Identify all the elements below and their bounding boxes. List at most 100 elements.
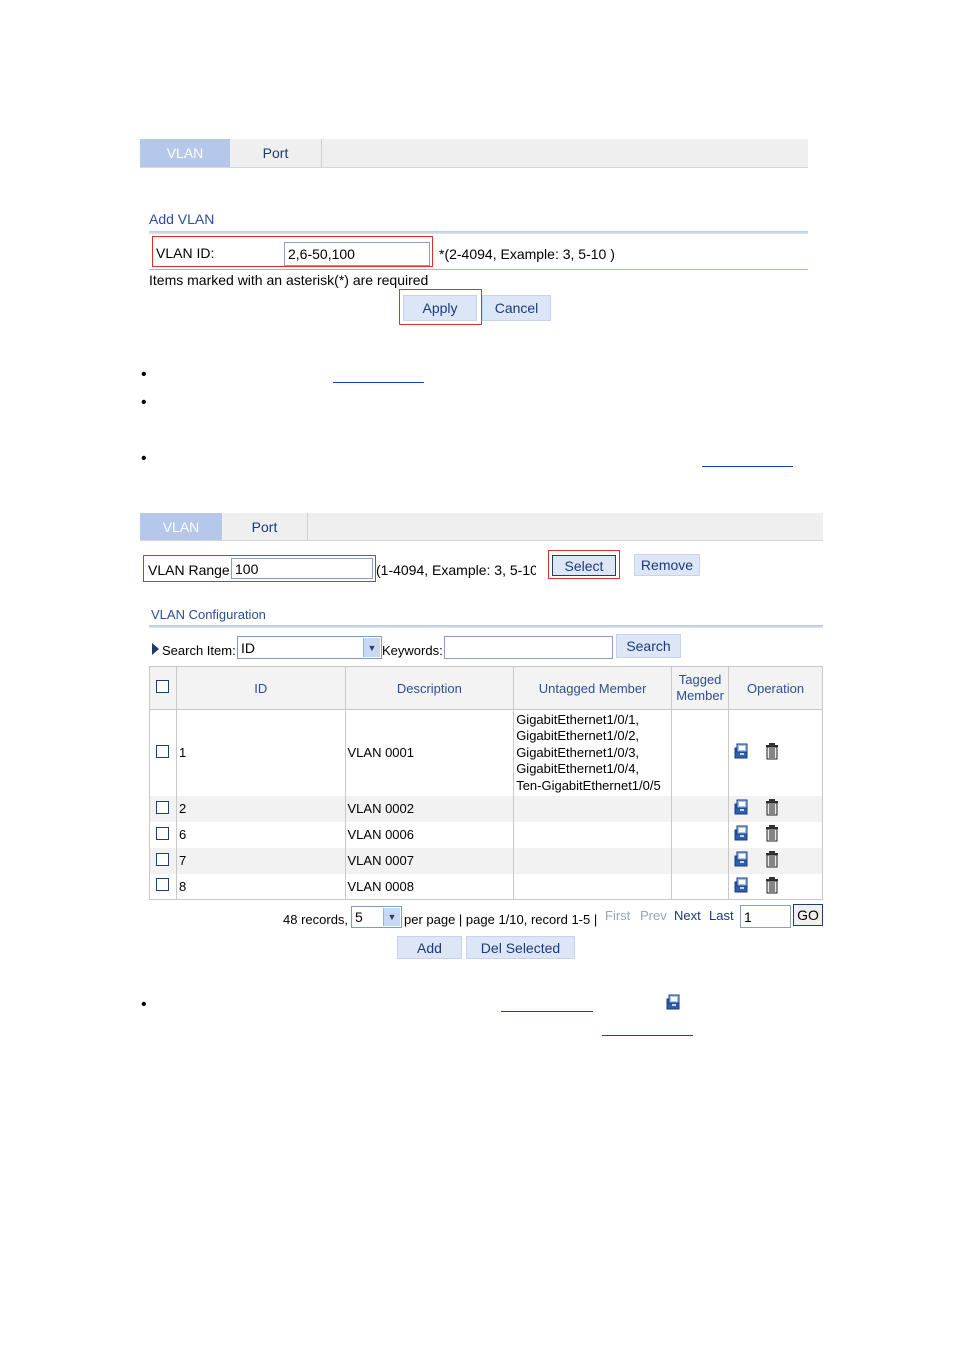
cancel-button[interactable]: Cancel [482, 295, 551, 321]
row-untagged [513, 873, 673, 900]
col-id: ID [175, 666, 346, 710]
col-untagged: Untagged Member [513, 666, 673, 710]
row-operation [728, 709, 823, 796]
row-checkbox[interactable] [156, 744, 170, 758]
bullet-4: • [141, 996, 147, 1013]
untagged-port: GigabitEthernet1/0/4, [516, 761, 640, 776]
modify-icon [665, 993, 683, 1016]
modify-icon[interactable] [733, 824, 751, 845]
last-link[interactable]: Last [709, 908, 734, 923]
select-all-checkbox[interactable] [156, 680, 170, 693]
panel1-tab-port[interactable]: Port [230, 139, 322, 167]
row-checkbox[interactable] [156, 826, 170, 840]
table-row: 6 VLAN 0006 [149, 821, 823, 848]
row-id: 6 [175, 821, 346, 848]
trash-icon[interactable] [765, 824, 779, 845]
trash-icon[interactable] [765, 850, 779, 871]
vlan-range-label: VLAN Range: [148, 562, 234, 578]
row-operation [728, 795, 823, 822]
select-button[interactable]: Select [552, 555, 616, 576]
row-checkbox[interactable] [156, 878, 170, 892]
panel2-tab-vlan[interactable]: VLAN [140, 513, 222, 540]
panel1-tab-bar: VLAN Port [140, 139, 808, 168]
untagged-port: GigabitEthernet1/0/3, [516, 744, 640, 760]
vlan-id-label: VLAN ID: [156, 245, 215, 261]
search-item-select[interactable]: ID ▼ [237, 636, 382, 659]
row-untagged [513, 821, 673, 848]
row-checkbox[interactable] [156, 800, 170, 814]
del-selected-button[interactable]: Del Selected [466, 936, 575, 959]
apply-button[interactable]: Apply [403, 295, 477, 321]
link-underline-1[interactable] [333, 382, 424, 383]
per-page-select[interactable]: 5 ▼ [351, 906, 402, 928]
row-description: VLAN 0001 [344, 709, 515, 796]
modify-icon[interactable] [733, 798, 751, 819]
link-underline-2[interactable] [702, 466, 793, 467]
first-link[interactable]: First [605, 908, 630, 923]
keywords-label: Keywords: [382, 643, 443, 658]
untagged-port: GigabitEthernet1/0/1, [516, 711, 640, 727]
search-item-label: Search Item: [162, 643, 236, 658]
col-description: Description [344, 666, 515, 710]
row-tagged [671, 847, 730, 874]
add-button[interactable]: Add [397, 936, 462, 959]
trash-icon[interactable] [765, 798, 779, 819]
chevron-down-icon: ▼ [363, 638, 380, 657]
prev-link[interactable]: Prev [640, 908, 667, 923]
panel2-tab-port[interactable]: Port [222, 513, 308, 540]
bullet-1: • [141, 366, 147, 383]
remove-button[interactable]: Remove [634, 554, 700, 576]
row-description: VLAN 0006 [344, 821, 515, 848]
page-number-input[interactable]: 1 [740, 905, 791, 928]
modify-icon[interactable] [733, 876, 751, 897]
row-description: VLAN 0008 [344, 873, 515, 900]
vlan-id-input[interactable]: 2,6-50,100 [284, 242, 430, 266]
row-id: 8 [175, 873, 346, 900]
form-bottom-rule [149, 269, 808, 270]
row-id: 2 [175, 795, 346, 822]
bullet-3: • [141, 450, 147, 467]
search-item-value: ID [241, 639, 255, 656]
row-tagged [671, 795, 730, 822]
row-id: 7 [175, 847, 346, 874]
section-rule [149, 231, 808, 234]
go-button[interactable]: GO [793, 904, 823, 926]
col-operation: Operation [728, 666, 823, 710]
link-underline-3[interactable] [501, 1011, 593, 1012]
row-operation [728, 873, 823, 900]
table-header-row: ID Description Untagged Member Tagged Me… [149, 666, 823, 710]
row-untagged [513, 795, 673, 822]
vlan-range-input[interactable]: 100 [231, 558, 373, 579]
modify-icon[interactable] [733, 850, 751, 871]
link-underline-4[interactable] [602, 1035, 693, 1036]
add-vlan-title: Add VLAN [149, 211, 215, 227]
untagged-port: GigabitEthernet1/0/2, [516, 728, 640, 743]
row-tagged [671, 821, 730, 848]
panel1-tab-vlan[interactable]: VLAN [140, 139, 230, 167]
trash-icon[interactable] [765, 876, 779, 897]
row-untagged [513, 847, 673, 874]
table-row: 2 VLAN 0002 [149, 795, 823, 822]
modify-icon[interactable] [733, 742, 751, 763]
per-page-value: 5 [355, 909, 363, 925]
row-tagged [671, 709, 730, 796]
search-button[interactable]: Search [616, 634, 681, 658]
next-link[interactable]: Next [674, 908, 701, 923]
vlan-range-hint: (1-4094, Example: 3, 5-10 ) [376, 562, 536, 578]
trash-icon[interactable] [765, 742, 779, 763]
keywords-input[interactable] [444, 636, 613, 659]
records-count: 48 records, [283, 912, 349, 927]
panel2-tab-bar: VLAN Port [140, 513, 823, 541]
vlan-id-hint: *(2-4094, Example: 3, 5-10 ) [439, 246, 615, 262]
row-description: VLAN 0007 [344, 847, 515, 874]
select-all-cell[interactable] [149, 666, 177, 710]
chevron-down-icon: ▼ [383, 908, 400, 926]
col-tagged: Tagged Member [671, 666, 730, 710]
table-row: 7 VLAN 0007 [149, 847, 823, 874]
table-row: 8 VLAN 0008 [149, 873, 823, 900]
row-description: VLAN 0002 [344, 795, 515, 822]
row-operation [728, 847, 823, 874]
row-checkbox[interactable] [156, 852, 170, 866]
vlan-table: ID Description Untagged Member Tagged Me… [149, 666, 823, 900]
vlan-config-rule [149, 625, 823, 628]
